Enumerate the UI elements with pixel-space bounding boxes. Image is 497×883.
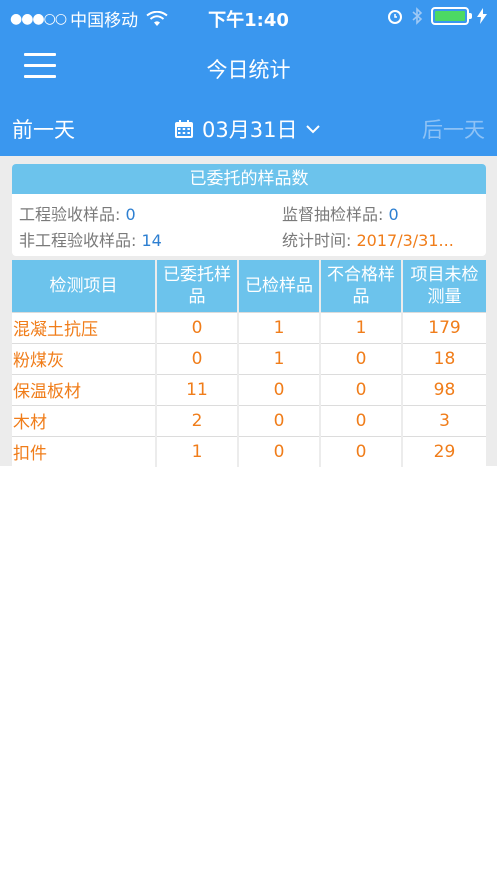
table-row[interactable]: 保温板材 11 0 0 98 [12, 373, 486, 405]
untested-count: 29 [402, 435, 486, 467]
unqualified-count: 0 [320, 342, 403, 374]
item-name: 粉煤灰 [12, 342, 157, 374]
item-name: 木材 [12, 404, 157, 436]
entrusted-count: 11 [156, 373, 239, 405]
engineering-samples: 工程验收样品: 0 [19, 201, 136, 225]
statistics-time: 统计时间: 2017/3/31... [282, 227, 454, 251]
date-bar: 前一天 03月31日 后一天 [0, 100, 497, 156]
header-test-item: 检测项目 [12, 260, 157, 312]
supervision-samples-value: 0 [388, 205, 399, 224]
engineering-samples-value: 0 [125, 205, 136, 224]
content-area: 已委托的样品数 工程验收样品: 0 监督抽检样品: 0 非工程验收样品: 14 … [0, 156, 497, 467]
calendar-icon [175, 120, 193, 138]
app-header: ●●●○○ 中国移动 下午1:40 今日统计 前一天 03月31日 后一天 [0, 0, 497, 156]
entrusted-count: 2 [156, 404, 239, 436]
statistics-time-value: 2017/3/31... [356, 231, 454, 250]
non-engineering-samples-label: 非工程验收样品: [19, 231, 137, 250]
selected-date: 03月31日 [202, 118, 298, 142]
item-name: 保温板材 [12, 373, 157, 405]
tested-count: 0 [238, 404, 321, 436]
chevron-down-icon [306, 125, 321, 134]
status-bar: ●●●○○ 中国移动 下午1:40 [0, 0, 497, 34]
statistics-table: 检测项目 已委托样品 已检样品 不合格样品 项目未检测量 混凝土抗压 0 1 1… [12, 260, 486, 467]
tested-count: 1 [238, 342, 321, 374]
header-entrusted: 已委托样品 [156, 260, 239, 312]
untested-count: 98 [402, 373, 486, 405]
tested-count: 0 [238, 435, 321, 467]
item-name: 混凝土抗压 [12, 311, 157, 343]
charging-bolt-icon [477, 8, 487, 24]
supervision-samples-label: 监督抽检样品: [282, 205, 384, 224]
date-picker[interactable]: 03月31日 [174, 114, 321, 144]
supervision-samples: 监督抽检样品: 0 [282, 201, 399, 225]
untested-count: 179 [402, 311, 486, 343]
previous-day-button[interactable]: 前一天 [12, 114, 75, 144]
table-header-row: 检测项目 已委托样品 已检样品 不合格样品 项目未检测量 [12, 260, 486, 312]
non-engineering-samples: 非工程验收样品: 14 [19, 227, 162, 251]
table-row[interactable]: 扣件 1 0 0 29 [12, 435, 486, 467]
untested-count: 3 [402, 404, 486, 436]
entrusted-count: 0 [156, 342, 239, 374]
unqualified-count: 1 [320, 311, 403, 343]
tested-count: 1 [238, 311, 321, 343]
entrusted-count: 0 [156, 311, 239, 343]
table-row[interactable]: 粉煤灰 0 1 0 18 [12, 342, 486, 374]
header-unqualified: 不合格样品 [320, 260, 403, 312]
next-day-button[interactable]: 后一天 [422, 114, 485, 144]
table-row[interactable]: 混凝土抗压 0 1 1 179 [12, 311, 486, 343]
entrusted-summary-card: 已委托的样品数 工程验收样品: 0 监督抽检样品: 0 非工程验收样品: 14 … [12, 164, 486, 256]
navigation-bar: 今日统计 [0, 34, 497, 100]
bluetooth-icon [412, 7, 423, 25]
tested-count: 0 [238, 373, 321, 405]
summary-title: 已委托的样品数 [12, 164, 486, 194]
statistics-time-label: 统计时间: [282, 231, 352, 250]
non-engineering-samples-value: 14 [141, 231, 162, 250]
entrusted-count: 1 [156, 435, 239, 467]
engineering-samples-label: 工程验收样品: [19, 205, 121, 224]
header-tested: 已检样品 [238, 260, 321, 312]
item-name: 扣件 [12, 435, 157, 467]
unqualified-count: 0 [320, 404, 403, 436]
page-title: 今日统计 [206, 58, 291, 82]
unqualified-count: 0 [320, 435, 403, 467]
header-untested: 项目未检测量 [402, 260, 486, 312]
status-right [387, 7, 487, 25]
alarm-icon [388, 10, 402, 24]
untested-count: 18 [402, 342, 486, 374]
battery-icon [431, 7, 472, 25]
table-row[interactable]: 木材 2 0 0 3 [12, 404, 486, 436]
unqualified-count: 0 [320, 373, 403, 405]
